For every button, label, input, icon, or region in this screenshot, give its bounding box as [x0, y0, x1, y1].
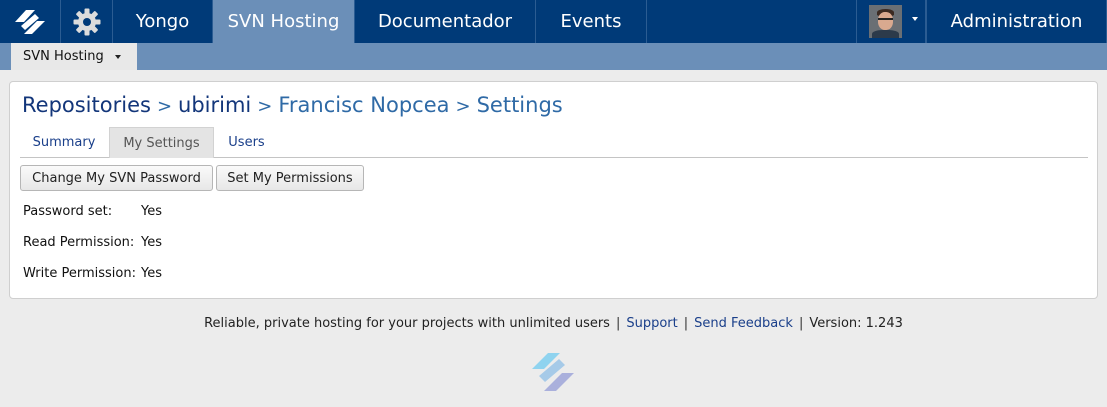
- change-svn-password-button[interactable]: Change My SVN Password: [20, 165, 213, 191]
- settings-panel: Repositories > ubirimi > Francisc Nopcea > Set…: [9, 81, 1098, 299]
- footer: Reliable, private hosting for your proje…: [0, 316, 1107, 331]
- avatar: [869, 5, 902, 38]
- yongo-footer-logo-icon: [532, 353, 574, 391]
- tab-users[interactable]: Users: [224, 127, 269, 158]
- read-permission-row: Read Permission: Yes: [23, 235, 162, 250]
- send-feedback-link[interactable]: Send Feedback: [694, 316, 793, 331]
- read-permission-label: Read Permission:: [23, 235, 135, 250]
- write-permission-value: Yes: [141, 266, 162, 281]
- breadcrumb-separator: >: [455, 96, 471, 117]
- yongo-logo-icon: [15, 9, 45, 34]
- tab-summary[interactable]: Summary: [20, 127, 108, 158]
- caret-down-icon: [912, 17, 918, 21]
- write-permission-label: Write Permission:: [23, 266, 136, 281]
- breadcrumb-separator: >: [156, 96, 173, 117]
- breadcrumb-repositories[interactable]: Repositories: [22, 93, 151, 117]
- footer-separator: |: [798, 316, 804, 331]
- support-link[interactable]: Support: [626, 316, 677, 331]
- footer-tagline: Reliable, private hosting for your proje…: [204, 316, 610, 331]
- page-title: Settings: [476, 93, 563, 117]
- breadcrumb-separator: >: [257, 96, 273, 117]
- nav-administration[interactable]: Administration: [926, 0, 1107, 43]
- gear-icon: [73, 8, 100, 35]
- write-permission-row: Write Permission: Yes: [23, 266, 162, 281]
- svn-hosting-menu-button[interactable]: SVN Hosting: [11, 43, 137, 70]
- version-text: Version: 1.243: [809, 316, 903, 331]
- top-navigation-bar: Yongo SVN Hosting Documentador Events Ad…: [0, 0, 1107, 43]
- password-set-row: Password set: Yes: [23, 204, 162, 219]
- settings-button[interactable]: [61, 0, 113, 43]
- password-set-label: Password set:: [23, 204, 113, 219]
- sub-navigation-bar: SVN Hosting: [0, 43, 1107, 70]
- tab-bar: Summary My Settings Users: [20, 127, 1088, 158]
- caret-down-icon: [115, 55, 121, 59]
- home-logo-button[interactable]: [0, 0, 61, 43]
- set-permissions-button[interactable]: Set My Permissions: [216, 165, 364, 191]
- breadcrumb-project[interactable]: ubirimi: [178, 93, 251, 117]
- nav-yongo[interactable]: Yongo: [113, 0, 213, 43]
- footer-separator: |: [683, 316, 689, 331]
- user-menu-button[interactable]: [856, 0, 926, 43]
- breadcrumb: Repositories > ubirimi > Francisc Nopcea > Set…: [22, 93, 563, 117]
- password-set-value: Yes: [141, 204, 162, 219]
- read-permission-value: Yes: [141, 235, 162, 250]
- tab-my-settings[interactable]: My Settings: [109, 127, 214, 158]
- nav-svn-hosting[interactable]: SVN Hosting: [213, 0, 355, 43]
- nav-documentador[interactable]: Documentador: [355, 0, 536, 43]
- svn-hosting-menu-label: SVN Hosting: [23, 49, 104, 64]
- nav-events[interactable]: Events: [536, 0, 647, 43]
- breadcrumb-user[interactable]: Francisc Nopcea: [278, 93, 449, 117]
- footer-separator: |: [615, 316, 621, 331]
